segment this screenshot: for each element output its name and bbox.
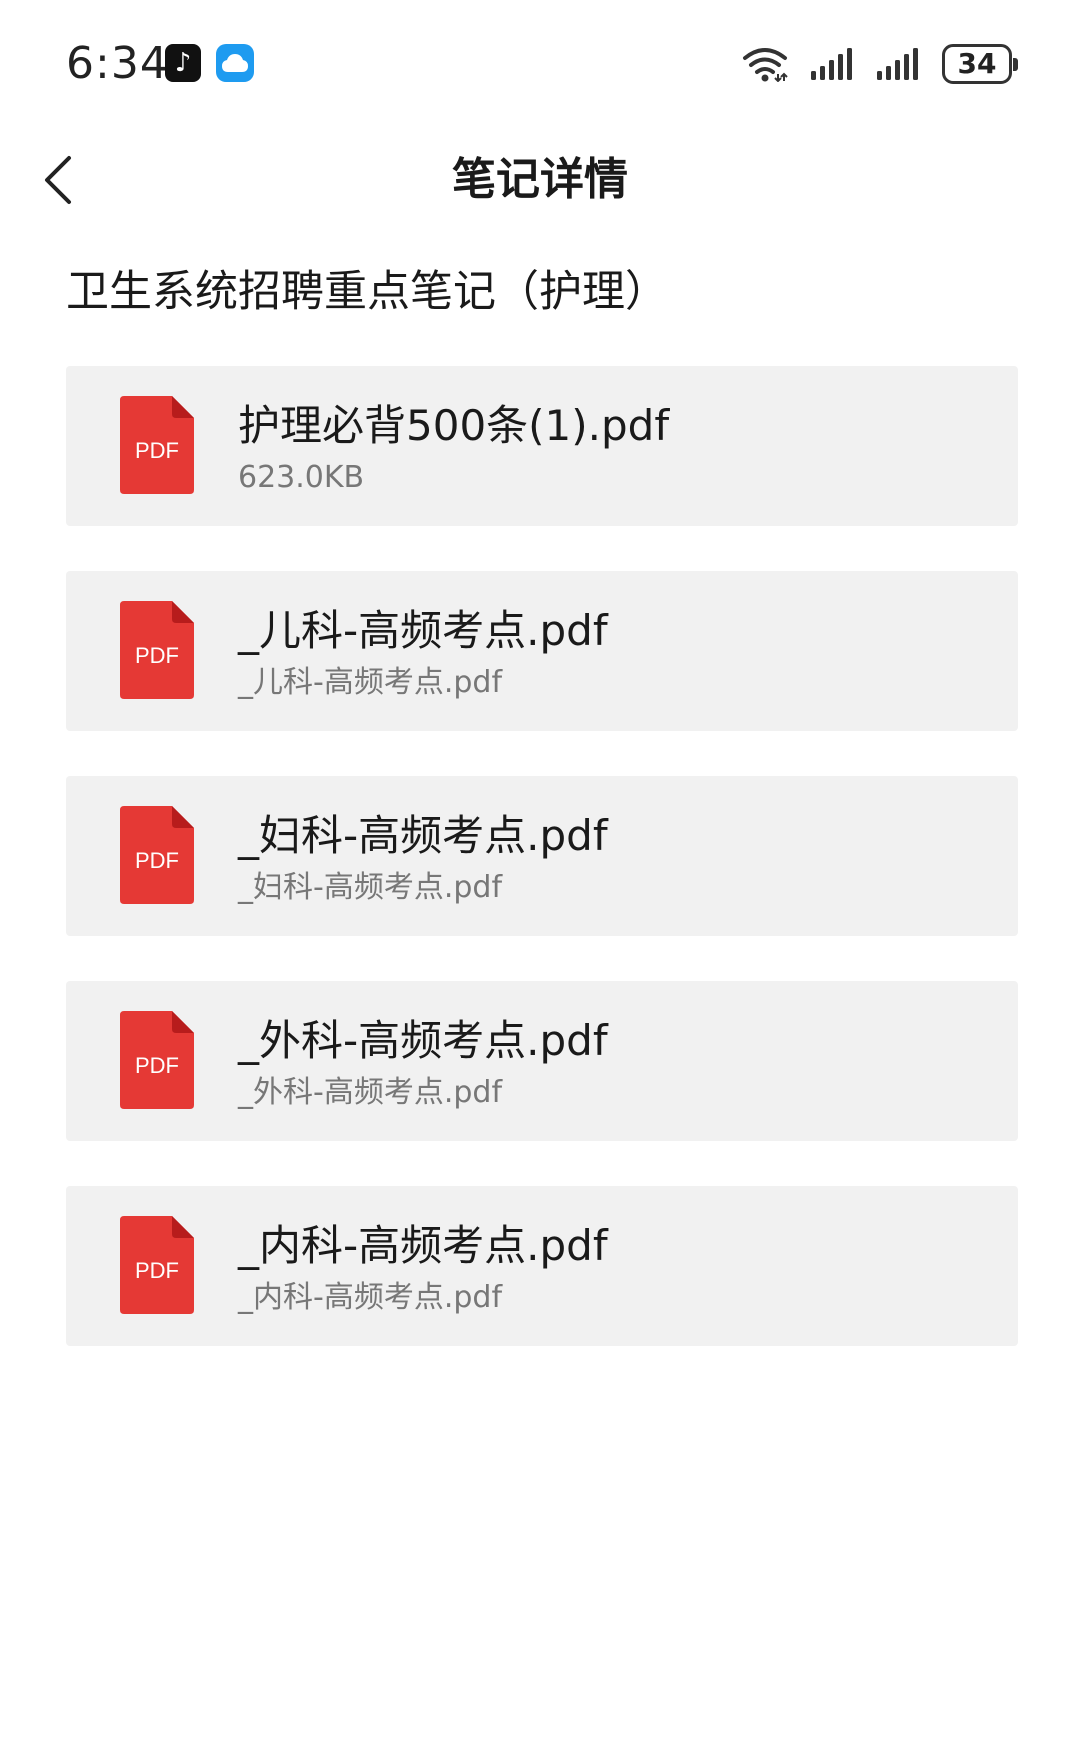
file-subtitle: _妇科-高频考点.pdf: [238, 870, 503, 905]
wifi-icon: [743, 48, 788, 82]
signal-icon-1: [811, 48, 852, 80]
file-name: _妇科-高频考点.pdf: [238, 811, 608, 860]
note-detail-screen: 6:34 ♪ 34 笔记详情 卫生系统招聘重点笔记（护理） PDF 护理必背50…: [0, 0, 1080, 1738]
file-subtitle: _外科-高频考点.pdf: [238, 1075, 503, 1110]
file-item[interactable]: PDF _妇科-高频考点.pdf _妇科-高频考点.pdf: [66, 776, 1018, 936]
file-item[interactable]: PDF _儿科-高频考点.pdf _儿科-高频考点.pdf: [66, 571, 1018, 731]
pdf-icon-label: PDF: [135, 848, 179, 873]
file-size: 623.0KB: [238, 460, 365, 495]
file-subtitle: _儿科-高频考点.pdf: [238, 665, 503, 700]
note-title: 卫生系统招聘重点笔记（护理）: [66, 267, 668, 317]
pdf-icon-label: PDF: [135, 1053, 179, 1078]
page-title: 笔记详情: [452, 154, 628, 205]
pdf-icon-label: PDF: [135, 643, 179, 668]
pdf-icon-label: PDF: [135, 438, 179, 463]
battery-level: 34: [957, 47, 997, 80]
signal-icon-2: [877, 48, 918, 80]
cloud-app-icon: [216, 44, 254, 82]
status-indicators: 34: [742, 40, 1018, 88]
file-list: PDF 护理必背500条(1).pdf 623.0KB PDF _儿科-高频考点…: [66, 366, 1018, 1391]
status-time: 6:34: [66, 38, 169, 89]
pdf-file-icon: PDF: [120, 396, 194, 494]
pdf-file-icon: PDF: [120, 1011, 194, 1109]
tiktok-app-icon: ♪: [165, 44, 201, 82]
file-name: _内科-高频考点.pdf: [238, 1221, 608, 1270]
pdf-file-icon: PDF: [120, 806, 194, 904]
pdf-file-icon: PDF: [120, 1216, 194, 1314]
file-item[interactable]: PDF _内科-高频考点.pdf _内科-高频考点.pdf: [66, 1186, 1018, 1346]
file-item[interactable]: PDF 护理必背500条(1).pdf 623.0KB: [66, 366, 1018, 526]
pdf-icon-label: PDF: [135, 1258, 179, 1283]
battery-icon: 34: [942, 44, 1018, 84]
file-name: _儿科-高频考点.pdf: [238, 606, 608, 655]
file-name: 护理必背500条(1).pdf: [238, 401, 670, 450]
file-subtitle: _内科-高频考点.pdf: [238, 1280, 503, 1315]
status-bar: 6:34 ♪ 34: [0, 0, 1080, 128]
file-item[interactable]: PDF _外科-高频考点.pdf _外科-高频考点.pdf: [66, 981, 1018, 1141]
file-name: _外科-高频考点.pdf: [238, 1016, 608, 1065]
pdf-file-icon: PDF: [120, 601, 194, 699]
